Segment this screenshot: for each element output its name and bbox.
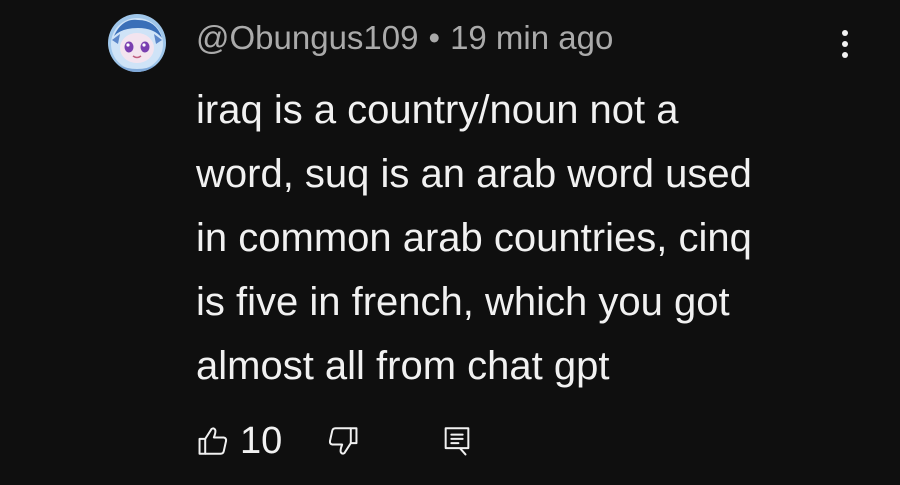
thumbs-up-icon — [198, 427, 228, 455]
comment-text-line: word, suq is an arab word used — [196, 152, 752, 196]
dislike-button[interactable] — [326, 418, 360, 464]
more-vert-icon — [842, 30, 848, 58]
avatar-image — [108, 14, 166, 72]
author-name[interactable]: @Obungus109 — [196, 19, 419, 56]
avatar[interactable] — [108, 14, 166, 72]
comment-text-line: in common arab countries, cinq — [196, 216, 752, 260]
thumbs-down-icon — [328, 427, 358, 455]
comment-header: @Obungus109 • 19 min ago — [196, 16, 613, 60]
comment-text-line: is five in french, which you got — [196, 280, 730, 324]
comment-text-line: iraq is a country/noun not a — [196, 88, 679, 132]
like-count: 10 — [240, 419, 283, 462]
reply-button[interactable] — [440, 418, 474, 464]
reply-comment-icon — [444, 427, 470, 456]
meta-separator: • — [428, 19, 441, 56]
comment-timestamp[interactable]: 19 min ago — [450, 19, 613, 56]
comment-text: iraq is a country/noun not a word, suq i… — [196, 78, 856, 398]
like-button[interactable]: 10 — [196, 418, 282, 464]
comment-text-line: almost all from chat gpt — [196, 344, 610, 388]
more-actions-button[interactable] — [828, 22, 862, 66]
